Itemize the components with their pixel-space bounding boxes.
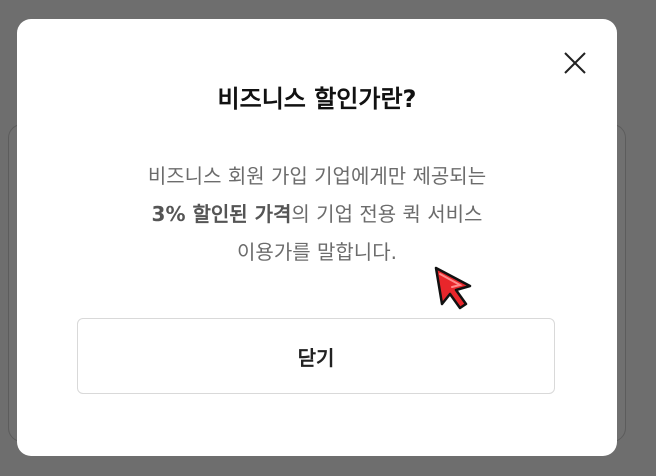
description-line-1: 비즈니스 회원 가입 기업에게만 제공되는 xyxy=(147,164,487,188)
close-icon[interactable] xyxy=(560,48,590,78)
description-line-2: 3% 할인된 가격의 기업 전용 퀵 서비스 xyxy=(17,195,617,233)
dialog-description: 비즈니스 회원 가입 기업에게만 제공되는 3% 할인된 가격의 기업 전용 퀵… xyxy=(17,157,617,271)
mouse-cursor-icon xyxy=(434,266,472,310)
dialog-title: 비즈니스 할인가란? xyxy=(217,85,417,113)
close-button[interactable]: 닫기 xyxy=(77,318,555,394)
description-line-3: 이용가를 말합니다. xyxy=(237,240,397,264)
discount-highlight: 3% 할인된 가격 xyxy=(151,202,292,226)
business-discount-dialog: 비즈니스 할인가란? 비즈니스 회원 가입 기업에게만 제공되는 3% 할인된 … xyxy=(17,19,617,456)
description-line-2-rest: 의 기업 전용 퀵 서비스 xyxy=(291,202,483,226)
